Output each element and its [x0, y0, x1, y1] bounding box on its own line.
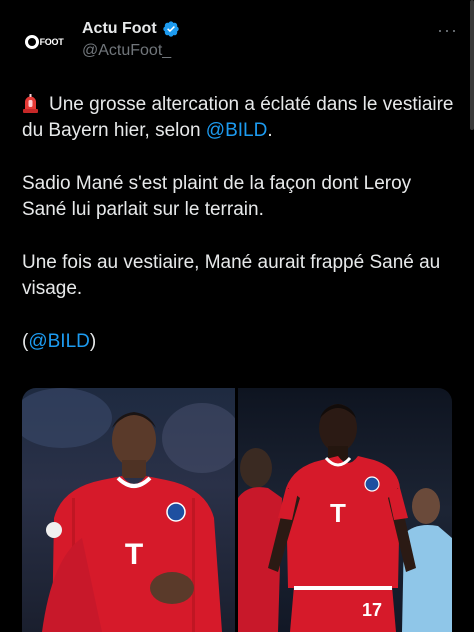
tweet-header: FOOT Actu Foot @ActuFoot_ ···: [22, 14, 462, 74]
avatar-logo: FOOT: [24, 35, 64, 49]
jersey-number: 17: [362, 600, 382, 620]
tweet-paragraph-2: Sadio Mané s'est plaint de la façon dont…: [22, 173, 412, 220]
siren-emoji-icon: [23, 94, 38, 113]
more-options-icon[interactable]: ···: [437, 20, 458, 41]
media-photo-right[interactable]: T 17: [238, 388, 452, 632]
tweet-media: T T 17: [22, 388, 452, 632]
tweet-paragraph-4: (@BILD): [22, 329, 454, 355]
tweet-text-1-end: .: [267, 120, 273, 141]
jersey-sponsor-right: T: [330, 498, 346, 528]
player-left-illustration: T: [22, 388, 235, 632]
paren-close: ): [89, 331, 97, 352]
verified-badge-icon: [162, 21, 179, 37]
mention-bild-link-2[interactable]: @BILD: [28, 331, 90, 352]
tweet-body: Une grosse altercation a éclaté dans le …: [22, 92, 454, 382]
tweet-paragraph-3: Une fois au vestiaire, Mané aurait frapp…: [22, 252, 441, 299]
display-name[interactable]: Actu Foot: [82, 20, 157, 38]
mention-bild-link[interactable]: @BILD: [206, 120, 268, 141]
avatar-ring-icon: [24, 35, 39, 49]
player-right-illustration: T 17: [238, 404, 452, 632]
scrollbar[interactable]: [470, 0, 474, 130]
tweet-paragraph-1: Une grosse altercation a éclaté dans le …: [22, 92, 454, 144]
media-photo-left[interactable]: T: [22, 388, 235, 632]
name-row: Actu Foot: [82, 20, 180, 38]
avatar[interactable]: FOOT: [22, 20, 66, 64]
jersey-sponsor-left: T: [125, 538, 143, 571]
avatar-text: FOOT: [39, 37, 64, 47]
user-handle[interactable]: @ActuFoot_: [82, 42, 171, 60]
